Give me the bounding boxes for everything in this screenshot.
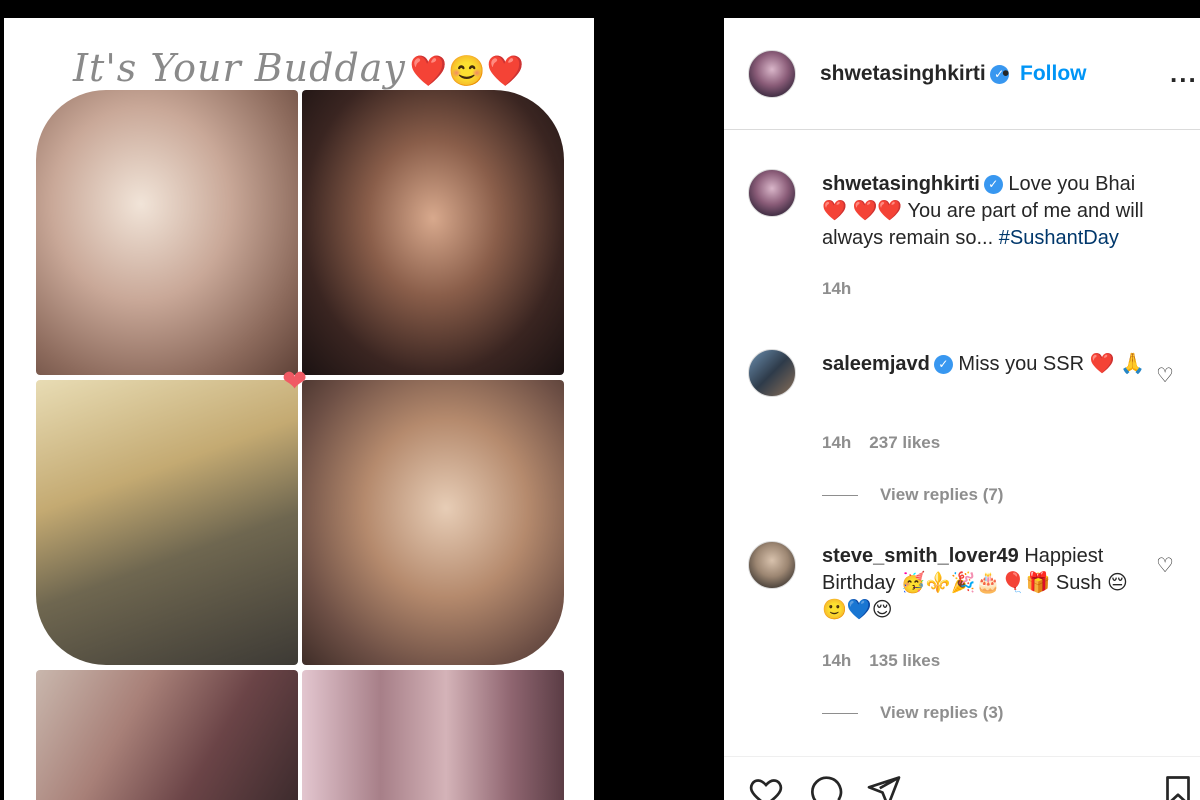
follow-button[interactable]: Follow (1020, 62, 1087, 86)
view-replies-label[interactable]: View replies (3) (880, 703, 1003, 722)
collage-photo-baby (36, 90, 298, 375)
post-header: shwetasinghkirti ✓ • Follow ... (724, 18, 1200, 130)
caption-heart-emoji: ❤️ (822, 200, 847, 222)
caption-username[interactable]: shwetasinghkirti (822, 173, 980, 195)
caption-hearts-emoji: ❤️❤️ (852, 200, 903, 222)
collage-photo-sitting (302, 380, 564, 665)
post-image[interactable]: It's Your Budday ❤️😊❤️ ❤ (4, 18, 594, 800)
more-options-icon[interactable]: ... (1170, 58, 1198, 89)
collage-photo-group-1 (36, 670, 298, 800)
comment-meta: 14h 237 likes (822, 433, 958, 453)
comment-likes[interactable]: 135 likes (869, 651, 940, 670)
collage-photo-cap (36, 380, 298, 665)
header-username-text[interactable]: shwetasinghkirti (820, 62, 986, 85)
avatar[interactable] (748, 50, 796, 98)
verified-badge-icon: ✓ (983, 175, 1003, 194)
collage-photo-hug (302, 90, 564, 375)
comment-text: saleemjavd ✓ Miss you SSR ❤️ 🙏 (822, 351, 1150, 378)
comment-username[interactable]: steve_smith_lover49 (822, 545, 1019, 567)
comment-avatar[interactable] (748, 541, 796, 589)
comment-username[interactable]: saleemjavd (822, 353, 930, 375)
comment-time[interactable]: 14h (822, 651, 851, 670)
comment-time[interactable]: 14h (822, 433, 851, 452)
caption-timestamp: 14h (822, 279, 869, 299)
comment-body: Miss you SSR ❤️ 🙏 (958, 353, 1145, 375)
caption-line-1: Love you Bhai (1008, 173, 1136, 195)
comment-avatar[interactable] (748, 349, 796, 397)
comment-icon[interactable] (808, 773, 844, 800)
heart-icon[interactable] (748, 773, 784, 800)
comment-likes[interactable]: 237 likes (869, 433, 940, 452)
bookmark-icon[interactable] (1160, 773, 1196, 800)
view-replies-button[interactable]: View replies (3) (822, 703, 1003, 723)
comments-list: shwetasinghkirti ✓ Love you Bhai ❤️ ❤️❤️ … (724, 131, 1200, 751)
collage-photo-group-2 (302, 670, 564, 800)
collage-title-text: It's Your Budday (73, 46, 406, 90)
view-replies-label[interactable]: View replies (7) (880, 485, 1003, 504)
header-username[interactable]: shwetasinghkirti ✓ (820, 62, 1009, 86)
collage-title: It's Your Budday ❤️😊❤️ (4, 46, 594, 90)
caption-text: shwetasinghkirti ✓ Love you Bhai ❤️ ❤️❤️ … (822, 171, 1150, 252)
collage-title-emojis: ❤️😊❤️ (409, 54, 525, 89)
action-bar (724, 756, 1200, 800)
comment-like-heart-icon[interactable]: ♡ (1156, 553, 1174, 578)
comment-like-heart-icon[interactable]: ♡ (1156, 363, 1174, 388)
verified-badge-icon: ✓ (933, 355, 953, 374)
replies-divider (822, 495, 858, 497)
caption-avatar[interactable] (748, 169, 796, 217)
collage-heart-icon: ❤ (282, 365, 308, 398)
caption-time[interactable]: 14h (822, 279, 851, 298)
header-separator: • (1002, 62, 1010, 85)
hashtag-link[interactable]: #SushantDay (999, 227, 1119, 249)
share-icon[interactable] (866, 773, 902, 800)
post-side-panel: shwetasinghkirti ✓ • Follow ... shwetasin… (724, 18, 1200, 800)
comment-meta: 14h 135 likes (822, 651, 958, 671)
view-replies-button[interactable]: View replies (7) (822, 485, 1003, 505)
comment-text: steve_smith_lover49 Happiest Birthday 🥳⚜… (822, 543, 1150, 624)
replies-divider (822, 713, 858, 715)
